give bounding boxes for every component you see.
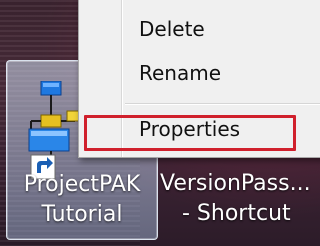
desktop-icon-versionpass-label-line2[interactable]: - Shortcut xyxy=(182,200,291,228)
menu-item-rename[interactable]: Rename xyxy=(79,55,320,91)
desktop-icon-versionpass-label-line1[interactable]: VersionPass... xyxy=(160,170,311,198)
menu-separator xyxy=(125,103,320,105)
menu-item-delete[interactable]: Delete xyxy=(79,11,320,47)
menu-item-label: Rename xyxy=(139,61,222,85)
properties-highlight-box xyxy=(84,115,296,151)
icon-label-line1: ProjectPAK xyxy=(23,172,141,197)
icon-label-line2: Tutorial xyxy=(41,202,123,227)
menu-item-label: Delete xyxy=(139,17,205,41)
